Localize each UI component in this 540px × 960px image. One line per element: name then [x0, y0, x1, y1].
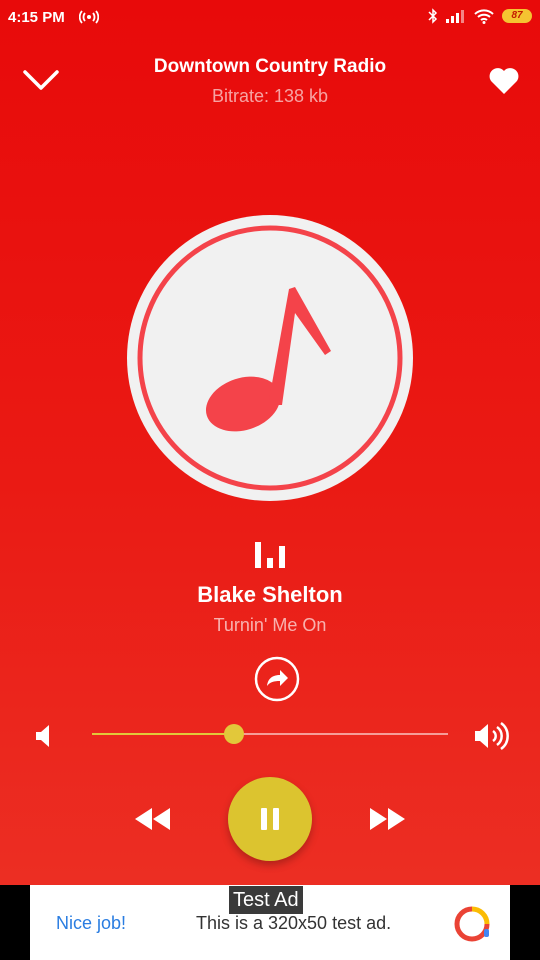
- pause-button[interactable]: [228, 777, 312, 861]
- volume-track-fill: [92, 733, 234, 735]
- bluetooth-icon: [428, 8, 438, 24]
- ad-headline[interactable]: Nice job!: [56, 913, 126, 934]
- hotspot-icon: [79, 10, 99, 24]
- album-art: [127, 215, 413, 501]
- equalizer-icon: [255, 542, 285, 568]
- ad-logo-icon: [454, 906, 490, 942]
- share-icon[interactable]: [254, 656, 300, 702]
- ad-tag: Test Ad: [229, 886, 303, 914]
- volume-high-icon[interactable]: [473, 721, 509, 751]
- heart-icon[interactable]: [488, 66, 520, 96]
- music-note-icon: [137, 225, 403, 491]
- status-time: 4:15 PM: [8, 9, 65, 26]
- song-title: Turnin' Me On: [213, 615, 327, 635]
- ad-body-text[interactable]: This is a 320x50 test ad.: [196, 913, 391, 934]
- fast-forward-icon[interactable]: [368, 805, 406, 833]
- artist-name: Blake Shelton: [197, 582, 343, 607]
- battery-indicator: 87: [502, 9, 532, 23]
- rewind-icon[interactable]: [134, 805, 172, 833]
- signal-icon: [446, 10, 464, 23]
- volume-low-icon[interactable]: [34, 723, 54, 749]
- status-bar: 4:15 PM 87: [0, 0, 540, 36]
- bitrate-label: Bitrate: 138 kb: [211, 86, 329, 106]
- wifi-icon: [474, 9, 494, 24]
- volume-slider-thumb[interactable]: [224, 724, 244, 744]
- station-name: Downtown Country Radio: [153, 56, 387, 77]
- player-screen: 4:15 PM 87 Downtown Country Radio Bitrat…: [0, 0, 540, 960]
